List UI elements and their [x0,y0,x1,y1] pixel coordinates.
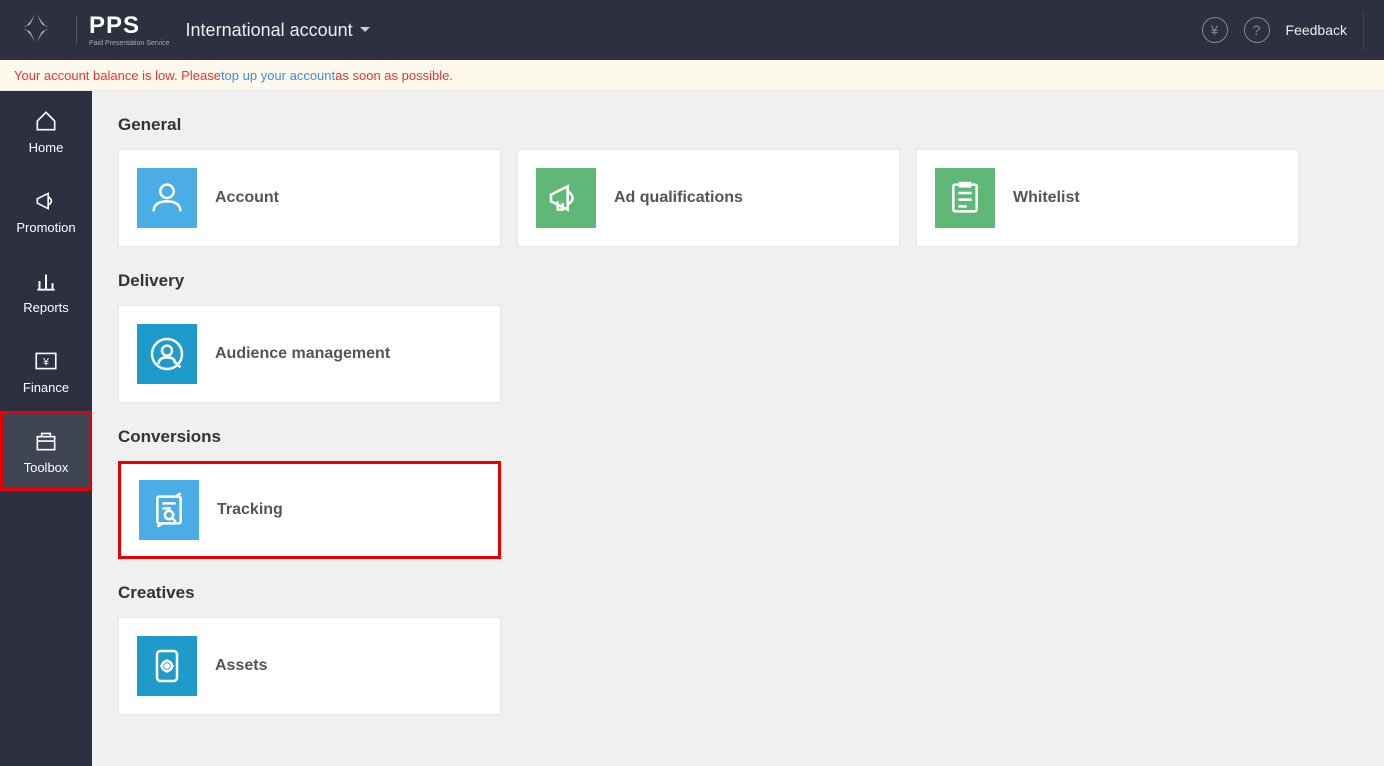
card-whitelist[interactable]: Whitelist [916,149,1299,247]
main-content: General Account Ad qualifications Whitel… [92,91,1384,766]
warning-suffix: as soon as possible. [335,68,453,83]
nav-label-finance: Finance [23,380,69,395]
header-right: ¥ ? Feedback [1202,10,1364,50]
account-dropdown[interactable]: International account [186,20,371,41]
help-icon[interactable]: ? [1244,17,1270,43]
header-right-divider [1363,10,1364,50]
sidebar-item-finance[interactable]: ¥ Finance [0,331,92,411]
megaphone-icon [536,168,596,228]
pps-logo: PPS Paid Presentation Service [89,14,170,47]
bar-chart-icon [33,268,59,294]
card-label: Account [215,189,279,207]
currency-icon[interactable]: ¥ [1202,17,1228,43]
warning-prefix: Your account balance is low. Please [14,68,221,83]
brand-main: PPS [89,14,170,38]
sidebar-item-toolbox[interactable]: Toolbox [0,411,92,491]
section-title-creatives: Creatives [118,583,1358,603]
card-account[interactable]: Account [118,149,501,247]
person-icon [137,168,197,228]
sidebar-item-reports[interactable]: Reports [0,251,92,331]
sidebar-item-home[interactable]: Home [0,91,92,171]
account-label: International account [186,20,353,41]
huawei-logo [20,12,64,49]
nav-label-promotion: Promotion [16,220,75,235]
section-title-conversions: Conversions [118,427,1358,447]
card-label: Tracking [217,501,283,519]
header-divider [76,16,77,44]
brand-sub: Paid Presentation Service [89,40,170,47]
card-label: Assets [215,657,267,675]
card-assets[interactable]: Assets [118,617,501,715]
toolbox-icon [33,428,59,454]
feedback-link[interactable]: Feedback [1286,22,1347,38]
app-header: PPS Paid Presentation Service Internatio… [0,0,1384,60]
topup-link[interactable]: top up your account [221,68,335,83]
sidebar-item-promotion[interactable]: Promotion [0,171,92,251]
card-row-general: Account Ad qualifications Whitelist [118,149,1358,247]
card-row-conversions: Tracking [118,461,1358,559]
audience-icon [137,324,197,384]
card-label: Whitelist [1013,189,1080,207]
section-title-general: General [118,115,1358,135]
chevron-down-icon [359,26,371,34]
nav-label-toolbox: Toolbox [24,460,69,475]
tracking-icon [139,480,199,540]
list-icon [935,168,995,228]
card-audience-management[interactable]: Audience management [118,305,501,403]
warning-bar: Your account balance is low. Please top … [0,60,1384,91]
card-ad-qualifications[interactable]: Ad qualifications [517,149,900,247]
card-label: Ad qualifications [614,189,743,207]
section-title-delivery: Delivery [118,271,1358,291]
assets-icon [137,636,197,696]
card-tracking[interactable]: Tracking [118,461,501,559]
sidebar: Home Promotion Reports ¥ Finance Toolbox [0,91,92,766]
megaphone-icon [33,188,59,214]
nav-label-reports: Reports [23,300,69,315]
card-label: Audience management [215,345,390,363]
svg-text:¥: ¥ [42,356,50,368]
finance-icon: ¥ [33,348,59,374]
card-row-delivery: Audience management [118,305,1358,403]
nav-label-home: Home [29,140,64,155]
card-row-creatives: Assets [118,617,1358,715]
home-icon [33,108,59,134]
